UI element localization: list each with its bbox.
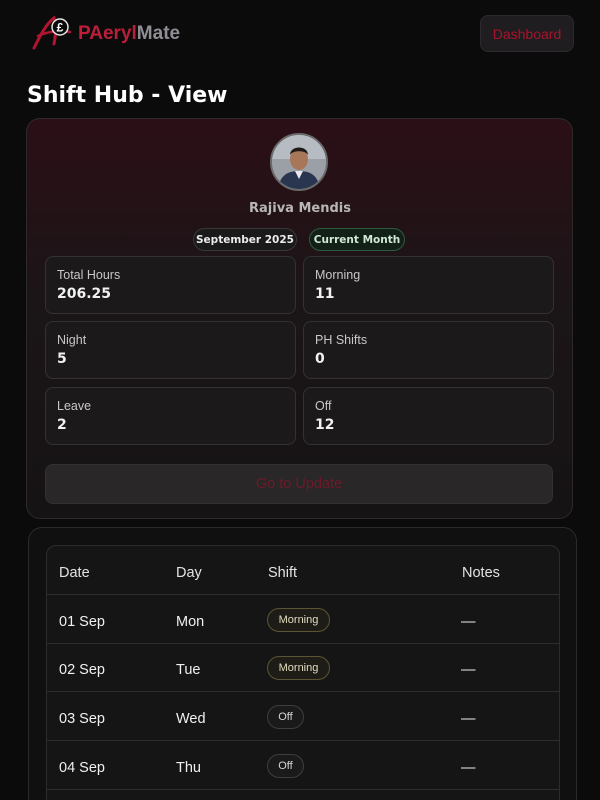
stat-value: 0 xyxy=(315,351,325,367)
column-header-date[interactable]: Date xyxy=(59,565,90,581)
dashboard-button[interactable]: Dashboard xyxy=(480,15,574,52)
stat-value: 11 xyxy=(315,286,335,302)
shift-badge-morning: Morning xyxy=(267,656,330,680)
row-notes: — xyxy=(461,711,476,727)
table-row[interactable]: 03 Sep Wed Off — xyxy=(47,692,559,741)
logo-part-p: P xyxy=(78,23,90,44)
user-name: Rajiva Mendis xyxy=(249,201,351,216)
month-pill[interactable]: September 2025 xyxy=(193,228,297,251)
stat-morning: Morning 11 xyxy=(303,256,554,314)
page-title: Shift Hub - View xyxy=(27,83,228,108)
column-header-day[interactable]: Day xyxy=(176,565,202,581)
stat-label: Leave xyxy=(57,399,92,413)
stat-leave: Leave 2 xyxy=(45,387,296,445)
shift-table: Date Day Shift Notes 01 Sep Mon Morning … xyxy=(46,545,560,800)
go-to-update-button[interactable]: Go to Update xyxy=(45,464,553,504)
stat-night: Night 5 xyxy=(45,321,296,379)
stat-off: Off 12 xyxy=(303,387,554,445)
stat-value: 12 xyxy=(315,417,335,433)
shift-badge-off: Off xyxy=(267,754,304,778)
table-row[interactable]: 01 Sep Mon Morning — xyxy=(47,595,559,644)
column-header-shift[interactable]: Shift xyxy=(268,565,297,581)
row-day: Thu xyxy=(176,760,201,776)
shift-badge-off: Off xyxy=(267,705,304,729)
table-header-row: Date Day Shift Notes xyxy=(47,546,559,595)
table-row[interactable]: 02 Sep Tue Morning — xyxy=(47,644,559,692)
svg-text:£: £ xyxy=(57,21,64,35)
shift-badge-morning: Morning xyxy=(267,608,330,632)
stat-label: PH Shifts xyxy=(315,333,368,347)
column-header-notes[interactable]: Notes xyxy=(462,565,500,581)
logo-part-mate: Mate xyxy=(136,23,181,44)
stat-label: Night xyxy=(57,333,87,347)
row-day: Wed xyxy=(176,711,206,727)
row-day: Tue xyxy=(176,662,201,678)
app-header: £ PAerylMate Dashboard xyxy=(0,0,600,70)
row-date: 04 Sep xyxy=(59,760,105,776)
row-notes: — xyxy=(461,760,476,776)
row-notes: — xyxy=(461,614,476,630)
stat-label: Morning xyxy=(315,268,361,282)
row-date: 02 Sep xyxy=(59,662,105,678)
stat-label: Off xyxy=(315,399,332,413)
row-date: 03 Sep xyxy=(59,711,105,727)
logo-part-aeryl: Aeryl xyxy=(89,23,137,44)
stat-value: 5 xyxy=(57,351,67,367)
pound-logo-icon: £ xyxy=(30,14,76,54)
stat-ph-shifts: PH Shifts 0 xyxy=(303,321,554,379)
row-notes: — xyxy=(461,662,476,678)
logo-wordmark: PAerylMate xyxy=(78,23,180,45)
avatar xyxy=(270,133,328,191)
row-day: Mon xyxy=(176,614,205,630)
stat-label: Total Hours xyxy=(57,268,121,282)
stat-value: 206.25 xyxy=(57,286,112,302)
stat-value: 2 xyxy=(57,417,67,433)
stat-total-hours: Total Hours 206.25 xyxy=(45,256,296,314)
table-row[interactable]: 04 Sep Thu Off — xyxy=(47,741,559,790)
app-logo[interactable]: £ PAerylMate xyxy=(30,14,180,54)
current-month-badge: Current Month xyxy=(309,228,405,251)
row-date: 01 Sep xyxy=(59,614,105,630)
